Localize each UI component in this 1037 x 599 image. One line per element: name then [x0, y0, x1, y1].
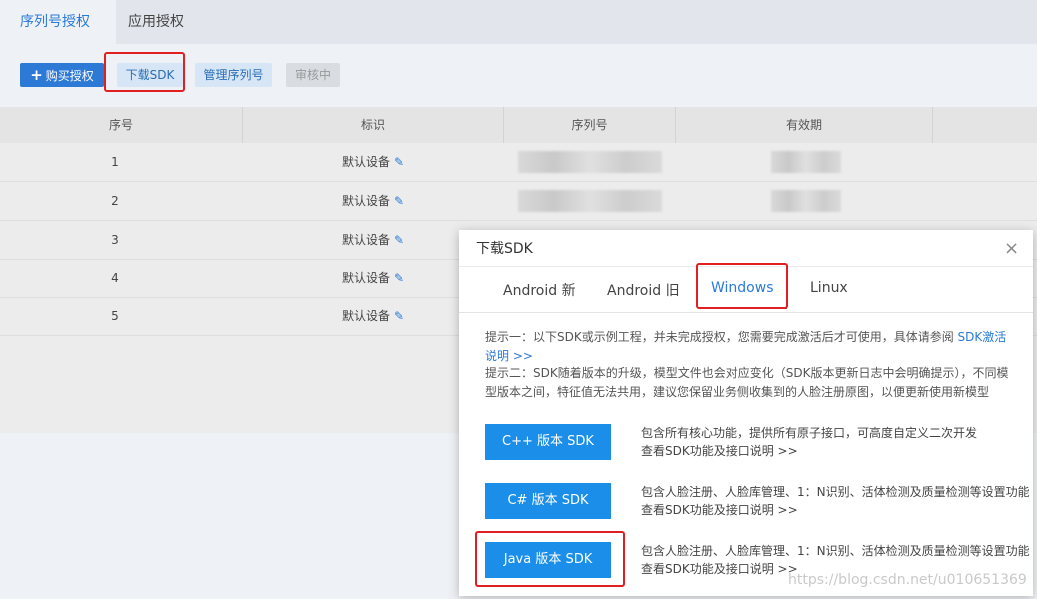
buy-license-label: 购买授权 — [45, 69, 94, 83]
validity-redacted — [771, 151, 841, 173]
tab-serial-license[interactable]: 序列号授权 — [0, 0, 116, 44]
manage-serial-button[interactable]: 管理序列号 — [195, 63, 272, 87]
header-validity: 有效期 — [785, 118, 822, 132]
device-label: 默认设备 — [341, 194, 390, 208]
device-label: 默认设备 — [341, 155, 390, 169]
edit-icon[interactable]: ✎ — [394, 182, 404, 220]
header-label: 标识 — [360, 118, 385, 132]
table-row: 1 默认设备 ✎ — [0, 143, 1037, 182]
table-row: 2 默认设备 ✎ — [0, 182, 1037, 221]
device-label: 默认设备 — [341, 271, 390, 285]
top-tab-bar: 序列号授权 应用授权 — [0, 0, 1037, 44]
csharp-sdk-button[interactable]: C# 版本 SDK — [485, 483, 611, 519]
csharp-sdk-desc: 包含人脸注册、人脸库管理、1：N识别、活体检测及质量检测等设置功能 — [641, 485, 1030, 499]
under-review-button[interactable]: 审核中 — [286, 63, 340, 87]
hint-one-text: 提示一：以下SDK或示例工程，并未完成授权，您需要完成激活后才可使用，具体请参阅 — [485, 330, 958, 344]
row-index: 5 — [111, 309, 119, 323]
row-index: 4 — [111, 271, 119, 285]
edit-icon[interactable]: ✎ — [394, 143, 404, 181]
java-sdk-desc: 包含人脸注册、人脸库管理、1：N识别、活体检测及质量检测等设置功能 — [641, 544, 1030, 558]
watermark: https://blog.csdn.net/u010651369 — [788, 572, 1027, 588]
tab-app-license[interactable]: 应用授权 — [108, 0, 204, 44]
buy-license-button[interactable]: + 购买授权 — [20, 63, 104, 87]
csharp-sdk-doc-link[interactable]: 查看SDK功能及接口说明 >> — [641, 501, 1033, 519]
edit-icon[interactable]: ✎ — [394, 297, 404, 335]
highlight-box-java — [475, 531, 625, 587]
header-index: 序号 — [108, 118, 133, 132]
table-header: 序号 标识 序列号 有效期 — [0, 107, 1037, 143]
close-icon[interactable]: × — [1004, 238, 1019, 259]
tab-android-new[interactable]: Android 新 — [503, 280, 576, 300]
tab-android-old[interactable]: Android 旧 — [607, 280, 680, 300]
highlight-box-windows — [696, 263, 788, 309]
dialog-title: 下载SDK — [476, 241, 533, 257]
column-divider — [932, 107, 933, 143]
cpp-sdk-doc-link[interactable]: 查看SDK功能及接口说明 >> — [641, 442, 1033, 460]
hint-one: 提示一：以下SDK或示例工程，并未完成授权，您需要完成激活后才可使用，具体请参阅… — [485, 328, 1015, 366]
row-index: 2 — [111, 194, 119, 208]
serial-redacted — [518, 190, 662, 212]
validity-redacted — [771, 190, 841, 212]
hint-two: 提示二：SDK随着版本的升级，模型文件也会对应变化（SDK版本更新日志中会明确提… — [485, 366, 1009, 399]
plus-icon: + — [30, 66, 43, 84]
highlight-box-download — [104, 52, 185, 92]
cpp-sdk-button[interactable]: C++ 版本 SDK — [485, 424, 611, 460]
cpp-sdk-desc: 包含所有核心功能，提供所有原子接口，可高度自定义二次开发 — [641, 426, 978, 440]
header-serial: 序列号 — [571, 118, 608, 132]
tab-linux[interactable]: Linux — [810, 280, 848, 296]
download-sdk-dialog: 下载SDK × Android 新 Android 旧 Windows Linu… — [459, 230, 1033, 596]
row-index: 3 — [111, 233, 119, 247]
device-label: 默认设备 — [341, 309, 390, 323]
edit-icon[interactable]: ✎ — [394, 221, 404, 259]
device-label: 默认设备 — [341, 233, 390, 247]
serial-redacted — [518, 151, 662, 173]
row-index: 1 — [111, 155, 119, 169]
edit-icon[interactable]: ✎ — [394, 259, 404, 297]
